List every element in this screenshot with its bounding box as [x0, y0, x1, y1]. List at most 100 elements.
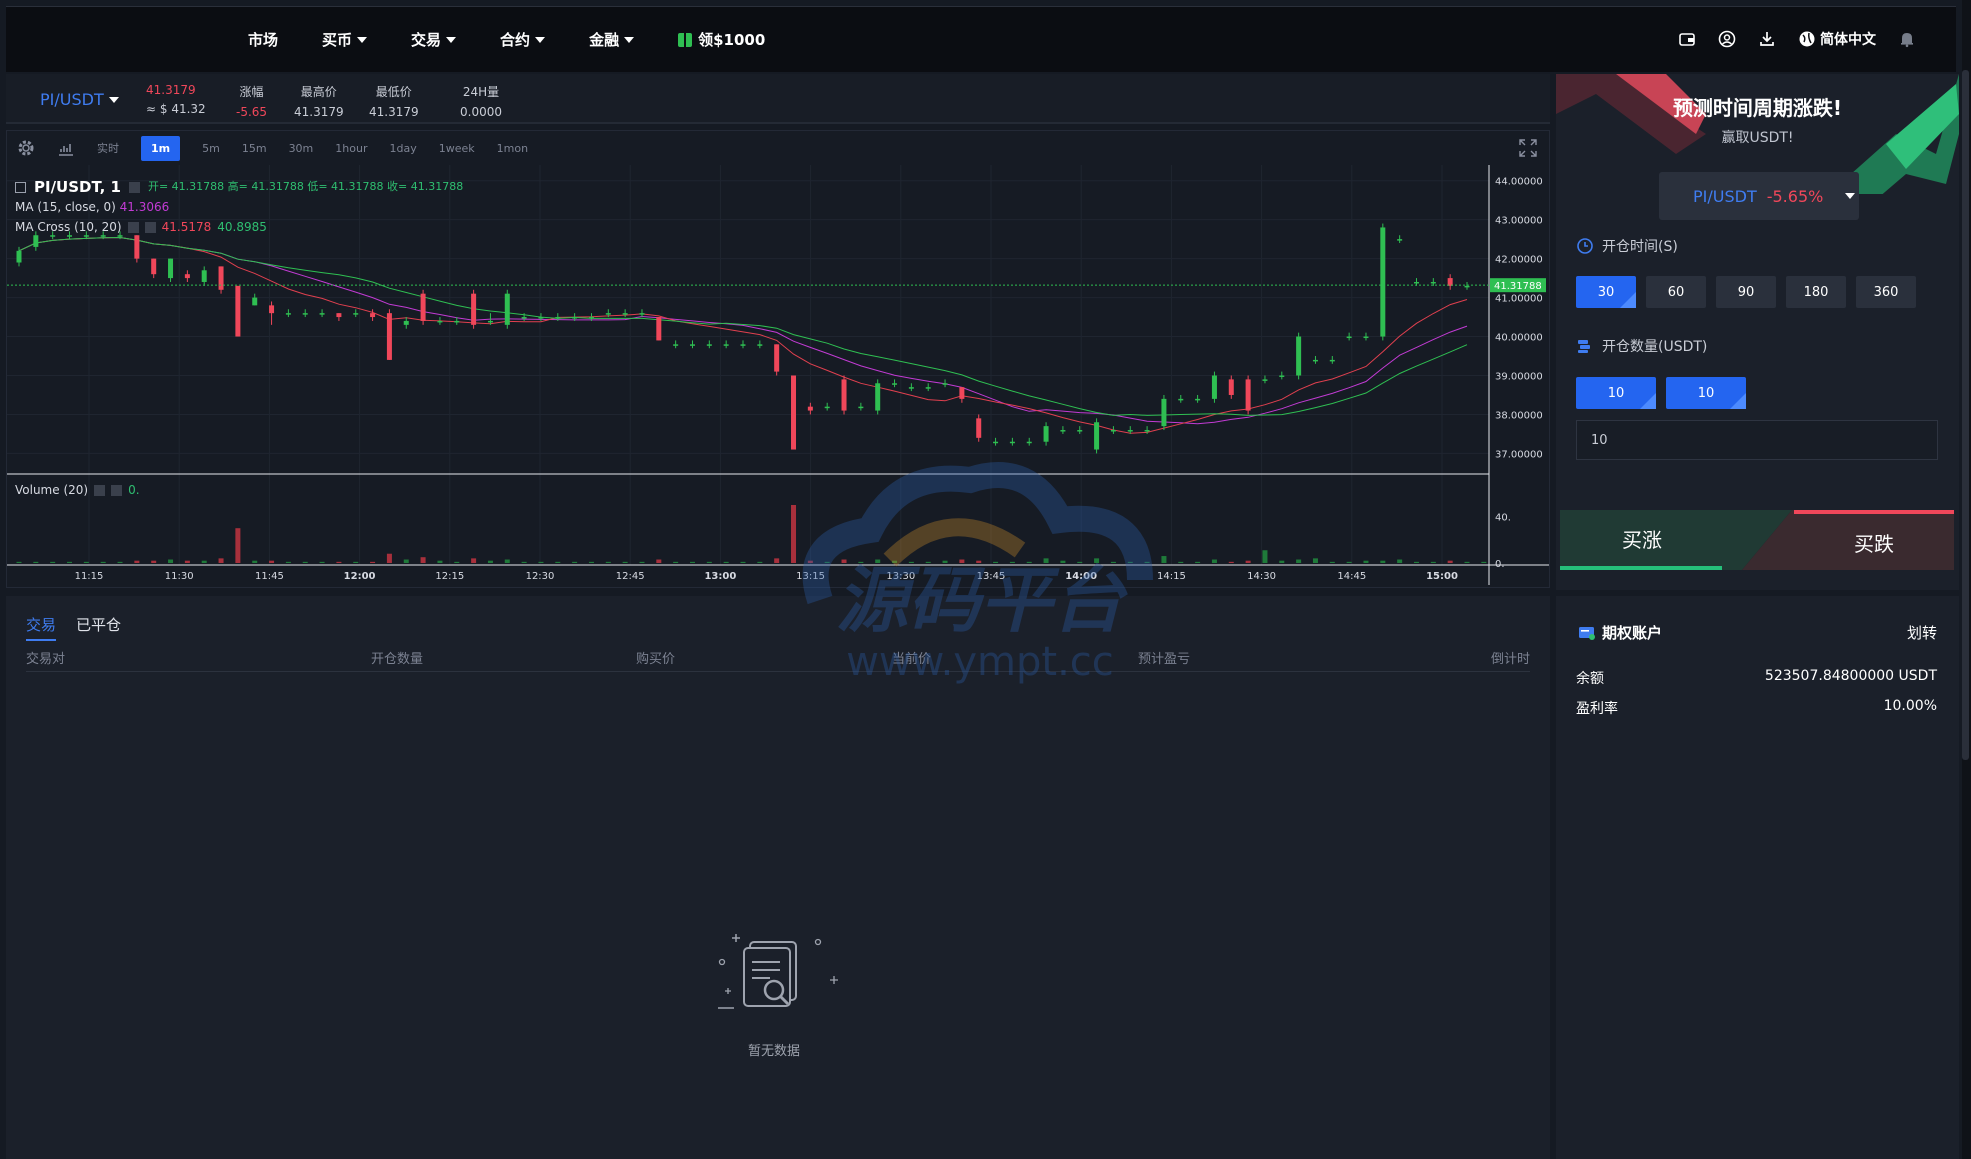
volume-bar: [454, 561, 460, 563]
volume-bar: [184, 560, 190, 563]
interval-30m[interactable]: 30m: [289, 142, 314, 155]
language-selector[interactable]: 简体中文: [1798, 29, 1876, 49]
ticker-volume: 24H量 0.0000: [460, 83, 502, 119]
nav-finance[interactable]: 金融: [589, 29, 635, 50]
volume-bar: [723, 561, 729, 563]
qty-option-10[interactable]: 10: [1666, 377, 1746, 409]
prediction-pair-selector[interactable]: PI/USDT -5.65%: [1659, 172, 1859, 220]
indicator-icon[interactable]: [57, 139, 75, 157]
fullscreen-icon[interactable]: [1519, 139, 1537, 157]
volume-bar: [471, 558, 477, 563]
nav-contract[interactable]: 合约: [500, 29, 546, 50]
volume-bar: [1279, 560, 1285, 563]
candle-body: [471, 293, 477, 325]
nav-trade[interactable]: 交易: [411, 29, 457, 50]
interval-1m[interactable]: 1m: [141, 135, 181, 161]
nav-market[interactable]: 市场: [248, 29, 278, 50]
buy-up-button[interactable]: 买涨: [1560, 510, 1724, 570]
x-tick-label: 11:30: [165, 571, 194, 582]
wallet-icon[interactable]: [1678, 30, 1696, 48]
main-nav: 市场 买币 交易 合约 金融 领$1000: [248, 29, 809, 50]
settings-icon[interactable]: [128, 181, 140, 193]
gear-icon[interactable]: [17, 139, 35, 157]
volume-bar: [1043, 558, 1049, 563]
volume-bar: [757, 561, 763, 563]
collapse-icon[interactable]: [15, 181, 26, 193]
buy-down-button[interactable]: 买跌: [1794, 510, 1954, 570]
pair-selector[interactable]: PI/USDT: [40, 90, 119, 109]
chevron-down-icon: [624, 36, 635, 43]
tab-trade[interactable]: 交易: [26, 614, 57, 641]
chart-toolbar: 实时 1m 5m 15m 30m 1hour 1day 1week 1mon: [7, 131, 1549, 165]
time-option-360[interactable]: 360: [1856, 276, 1916, 308]
volume-bar: [774, 558, 780, 563]
time-option-60[interactable]: 60: [1646, 276, 1706, 308]
candle-body: [605, 313, 611, 315]
column-buy-price: 购买价: [636, 652, 676, 667]
tab-closed[interactable]: 已平仓: [76, 614, 121, 641]
interval-1hour[interactable]: 1hour: [335, 142, 367, 155]
candle-body: [892, 383, 898, 385]
empty-data-text: 暂无数据: [747, 1044, 800, 1059]
volume-bar: [386, 553, 392, 563]
interval-1day[interactable]: 1day: [389, 142, 416, 155]
interval-15m[interactable]: 15m: [242, 142, 267, 155]
qty-input[interactable]: [1576, 420, 1938, 460]
x-tick-label: 11:15: [75, 571, 104, 582]
volume-bar: [538, 561, 544, 563]
candle-body: [1380, 227, 1386, 337]
candle-body: [420, 293, 426, 321]
volume-bar: [168, 559, 174, 563]
time-option-90[interactable]: 90: [1716, 276, 1776, 308]
x-tick-label: 12:30: [526, 571, 555, 582]
close-icon[interactable]: [111, 484, 123, 496]
banner-subtitle: 赢取USDT!: [1721, 130, 1794, 146]
candle-body: [168, 258, 174, 279]
volume-bar: [791, 505, 797, 563]
candle-body: [689, 344, 695, 346]
interval-1week[interactable]: 1week: [439, 142, 475, 155]
chevron-down-icon: [1845, 193, 1856, 199]
ticker-high: 最高价 41.3179: [294, 83, 344, 119]
candle-body: [875, 383, 881, 411]
interval-realtime[interactable]: 实时: [97, 140, 119, 156]
candle-body: [706, 344, 712, 346]
x-tick-label: 14:30: [1247, 571, 1276, 582]
user-icon[interactable]: [1718, 30, 1736, 48]
candle-body: [403, 320, 409, 325]
time-option-180[interactable]: 180: [1786, 276, 1846, 308]
transfer-link[interactable]: 划转: [1907, 622, 1937, 643]
candle-body: [1262, 379, 1268, 381]
settings-icon[interactable]: [94, 484, 106, 496]
candle-body: [588, 317, 594, 319]
volume-bar: [1178, 561, 1184, 563]
time-option-30[interactable]: 30: [1576, 276, 1636, 308]
volume-bar: [1447, 560, 1453, 563]
column-est-pnl: 预计盈亏: [1138, 652, 1191, 667]
legend-cross-v2: 40.8985: [217, 220, 267, 234]
volume-bar: [100, 561, 106, 563]
language-label: 简体中文: [1820, 32, 1876, 48]
qty-option-10[interactable]: 10: [1576, 377, 1656, 409]
download-icon[interactable]: [1758, 30, 1776, 48]
interval-5m[interactable]: 5m: [202, 142, 220, 155]
nav-buy-coin[interactable]: 买币: [322, 29, 368, 50]
last-price: 41.3179: [146, 83, 196, 97]
candle-body: [1077, 430, 1083, 432]
banner-title: 预测时间周期涨跌!: [1672, 96, 1843, 120]
nav-promo[interactable]: 领$1000: [678, 29, 765, 50]
candle-body: [1413, 281, 1419, 284]
candle-body: [622, 313, 628, 315]
candle-body: [1060, 430, 1066, 432]
bell-icon[interactable]: [1898, 30, 1916, 48]
scrollbar-thumb[interactable]: [1962, 70, 1969, 760]
nav-market-label: 市场: [248, 31, 279, 49]
volume-bar: [1296, 559, 1302, 563]
clock-icon: [1577, 238, 1593, 254]
interval-1mon[interactable]: 1mon: [497, 142, 528, 155]
settings-icon[interactable]: [127, 221, 139, 233]
volume-bar: [235, 528, 241, 563]
candle-body: [908, 387, 914, 389]
close-icon[interactable]: [144, 221, 156, 233]
candle-body: [1329, 359, 1335, 362]
